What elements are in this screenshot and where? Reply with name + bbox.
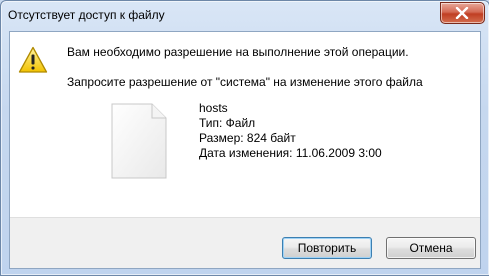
warning-icon: [18, 46, 48, 73]
message-line-2: Запросите разрешение от "система" на изм…: [67, 75, 423, 89]
file-icon: [111, 103, 167, 179]
cancel-button[interactable]: Отмена: [386, 237, 476, 259]
access-denied-dialog: Отсутствует доступ к файлу Вам необходим…: [0, 0, 489, 276]
dialog-content: Вам необходимо разрешение на выполнение …: [9, 31, 481, 269]
file-info: hosts Тип: Файл Размер: 824 байт Дата из…: [199, 101, 382, 161]
dialog-title: Отсутствует доступ к файлу: [8, 8, 165, 22]
message-line-1: Вам необходимо разрешение на выполнение …: [67, 45, 409, 59]
file-size: Размер: 824 байт: [199, 131, 296, 145]
file-modified: Дата изменения: 11.06.2009 3:00: [199, 146, 382, 160]
file-name: hosts: [199, 101, 228, 115]
retry-button[interactable]: Повторить: [282, 237, 372, 259]
file-type: Тип: Файл: [199, 116, 256, 130]
close-icon: [455, 7, 469, 19]
close-button[interactable]: [440, 2, 485, 24]
